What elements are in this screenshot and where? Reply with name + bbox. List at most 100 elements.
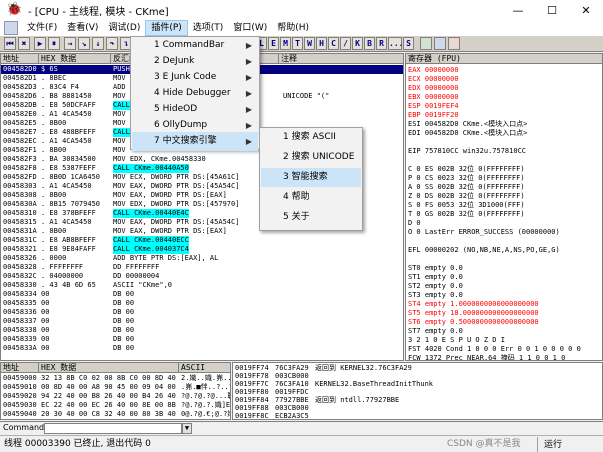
dump-col-header-hex[interactable]: HEX 数据 xyxy=(39,363,179,373)
submenu-item[interactable]: 2 搜索 UNICODE xyxy=(261,148,361,167)
menu-window[interactable]: 窗口(W) xyxy=(228,20,272,36)
dump-col-header-address[interactable]: 地址 xyxy=(1,363,39,373)
register-line[interactable]: ESP 0019FEF4 xyxy=(408,102,459,111)
register-line[interactable]: ESI 004582D0 CKme.<模块入口点> xyxy=(408,120,527,129)
register-line[interactable]: EBP 0019FF20 xyxy=(408,111,459,120)
disasm-row[interactable]: 00458321 . E8 9E84FAFF CALL CKme.004037C4 xyxy=(1,245,403,254)
register-line[interactable]: ST6 empty 0.5000000000000000000 xyxy=(408,318,539,327)
register-line[interactable]: EDI 004582D0 CKme.<模块入口点> xyxy=(408,129,527,138)
disasm-row[interactable]: 00458337 00 DB 00 xyxy=(1,317,403,326)
register-line[interactable]: Z 0 DS 002B 32位 0(FFFFFFFF) xyxy=(408,192,525,201)
stack-row[interactable]: 0019FF8C ECB2A3C5 xyxy=(233,412,602,419)
register-line[interactable]: ST3 empty 0.0 xyxy=(408,291,463,300)
dump-row[interactable]: 00459030 EC 22 40 00 EC 26 40 00 8E 00 8B… xyxy=(1,401,230,410)
register-line[interactable]: EAX 00000000 xyxy=(408,66,459,75)
menu-view[interactable]: 查看(V) xyxy=(62,20,103,36)
run-button[interactable]: ▶ xyxy=(34,37,46,50)
breakpoints-button[interactable]: B xyxy=(364,37,375,50)
close-program-button[interactable]: ✖ xyxy=(18,37,30,50)
register-line[interactable]: EFL 00000202 (NO,NB,NE,A,NS,PO,GE,G) xyxy=(408,246,560,255)
dump-row[interactable]: 00459020 94 22 40 00 B8 26 40 00 B4 26 40… xyxy=(1,392,230,401)
dump-row[interactable]: 00459040 20 30 40 00 C8 32 40 00 80 3B 40… xyxy=(1,410,230,419)
settings-icon[interactable] xyxy=(420,37,432,50)
register-line[interactable]: P 0 CS 0023 32位 0(FFFFFFFF) xyxy=(408,174,525,183)
memory-map-button[interactable]: M xyxy=(280,37,291,50)
plugin-menu-item-label: 4 Hide Debugger xyxy=(154,88,231,98)
register-line[interactable]: ST7 empty 0.0 xyxy=(408,327,463,336)
col-header-address[interactable]: 地址 xyxy=(1,54,39,64)
mdi-window-icon[interactable] xyxy=(4,21,18,35)
submenu-item[interactable]: 4 帮助 xyxy=(261,188,361,207)
menu-help[interactable]: 帮助(H) xyxy=(272,20,314,36)
step-over-button[interactable]: ↘ xyxy=(78,37,90,50)
register-line[interactable]: ST5 empty 18.000000000000000000 xyxy=(408,309,539,318)
register-line[interactable]: FCW 1372 Prec NEAR,64 掩码 1 1 0 0 1 0 xyxy=(408,354,565,360)
menu-file[interactable]: 文件(F) xyxy=(22,20,62,36)
submenu-item[interactable]: 3 智能搜索 xyxy=(261,168,361,187)
disasm-row[interactable]: 00458334 00 DB 00 xyxy=(1,290,403,299)
disasm-row[interactable]: 0045832C . 04000000 DD 00000004 xyxy=(1,272,403,281)
menu-options[interactable]: 选项(T) xyxy=(188,20,229,36)
menu-debug[interactable]: 调试(D) xyxy=(103,20,145,36)
registers-pane[interactable]: 寄存器 (FPU) EAX 00000000 ECX 00000000 EDX 00… xyxy=(405,53,603,361)
register-line[interactable]: EIP 757810CC win32u.757810CC xyxy=(408,147,526,156)
register-line[interactable]: ST2 empty 0.0 xyxy=(408,282,463,291)
register-line[interactable]: ST1 empty 0.0 xyxy=(408,273,463,282)
maximize-button[interactable]: ☐ xyxy=(535,4,569,17)
disasm-row[interactable]: 0045831C . E8 AB8BFEFF CALL CKme.00440ECC xyxy=(1,236,403,245)
call-stack-button[interactable]: K xyxy=(352,37,363,50)
trace-into-button[interactable]: ↓ xyxy=(92,37,104,50)
disasm-row[interactable]: 0045833A 00 DB 00 xyxy=(1,344,403,353)
trace-over-button[interactable]: ↷ xyxy=(106,37,118,50)
register-line[interactable]: ECX 00000000 xyxy=(408,75,459,84)
disasm-row[interactable]: 00458339 00 DB 00 xyxy=(1,335,403,344)
pause-button[interactable]: ⏸ xyxy=(48,37,60,50)
patches-button[interactable]: / xyxy=(340,37,351,50)
restart-button[interactable]: ⏮ xyxy=(4,37,16,50)
register-line[interactable]: O 0 LastErr ERROR_SUCCESS (00000000) xyxy=(408,228,560,237)
step-into-button[interactable]: → xyxy=(64,37,76,50)
dump-pane[interactable]: 地址 HEX 数据 ASCII 00459000 32 13 8B C0 02 0… xyxy=(0,362,231,420)
register-line[interactable]: D 0 xyxy=(408,219,421,228)
help-icon[interactable] xyxy=(448,37,460,50)
minimize-button[interactable]: — xyxy=(501,4,535,17)
cpu-button[interactable]: C xyxy=(328,37,339,50)
col-header-comment[interactable]: 注释 xyxy=(279,54,403,64)
dump-col-header-ascii[interactable]: ASCII xyxy=(179,363,230,373)
run-trace-button[interactable]: ... xyxy=(388,37,403,50)
register-line[interactable]: A 0 SS 002B 32位 0(FFFFFFFF) xyxy=(408,183,525,192)
stack-pane[interactable]: 0019FF74 76C3FA29 返回到 KERNEL32.76C3FA29 001… xyxy=(232,362,603,420)
executables-button[interactable]: E xyxy=(268,37,279,50)
disasm-row[interactable]: 00458335 00 DB 00 xyxy=(1,299,403,308)
plugin-menu-item[interactable]: 7 中文搜索引擎 ▶ xyxy=(132,132,258,151)
register-line[interactable]: S 0 FS 0053 32位 3D1000(FFF) xyxy=(408,201,525,210)
source-button[interactable]: S xyxy=(403,37,414,50)
dump-row[interactable]: 00459010 00 8D 40 00 A8 90 45 00 09 04 00… xyxy=(1,383,230,392)
submenu-item[interactable]: 1 搜索 ASCII xyxy=(261,128,361,147)
register-line[interactable]: C 0 ES 002B 32位 0(FFFFFFFF) xyxy=(408,165,525,174)
disasm-row[interactable]: 00458326 . 0000 ADD BYTE PTR DS:[EAX], AL xyxy=(1,254,403,263)
handles-button[interactable]: H xyxy=(316,37,327,50)
menu-plugins[interactable]: 插件(P) xyxy=(145,20,188,36)
register-line[interactable]: FST 4020 Cond 1 0 0 0 Err 0 0 1 0 0 0 0 … xyxy=(408,345,581,354)
disasm-row[interactable]: 00458328 . FFFFFFFF DD FFFFFFFF xyxy=(1,263,403,272)
col-header-hex[interactable]: HEX 数据 xyxy=(39,54,111,64)
register-line[interactable]: ST0 empty 0.0 xyxy=(408,264,463,273)
register-line[interactable]: EBX 00000000 xyxy=(408,93,459,102)
windows-button[interactable]: W xyxy=(304,37,315,50)
dump-row[interactable]: 00459000 32 13 8B C0 02 00 8B C0 00 8D 40… xyxy=(1,374,230,383)
list-icon[interactable] xyxy=(434,37,446,50)
submenu-item[interactable]: 5 关于 xyxy=(261,208,361,227)
threads-button[interactable]: T xyxy=(292,37,303,50)
register-line[interactable]: 3 2 1 0 E S P U O Z D I xyxy=(408,336,505,345)
register-line[interactable]: EDX 00000000 xyxy=(408,84,459,93)
command-dropdown-icon[interactable]: ▼ xyxy=(182,423,192,434)
disasm-row[interactable]: 00458330 . 43 4B 6D 65 ASCII "CKme",0 xyxy=(1,281,403,290)
close-button[interactable]: ✕ xyxy=(569,4,603,17)
disasm-row[interactable]: 00458338 00 DB 00 xyxy=(1,326,403,335)
register-line[interactable]: T 0 GS 002B 32位 0(FFFFFFFF) xyxy=(408,210,525,219)
command-input[interactable] xyxy=(44,423,182,434)
references-button[interactable]: R xyxy=(376,37,387,50)
register-line[interactable]: ST4 empty 1.0000000000000000000 xyxy=(408,300,539,309)
disasm-row[interactable]: 00458336 00 DB 00 xyxy=(1,308,403,317)
